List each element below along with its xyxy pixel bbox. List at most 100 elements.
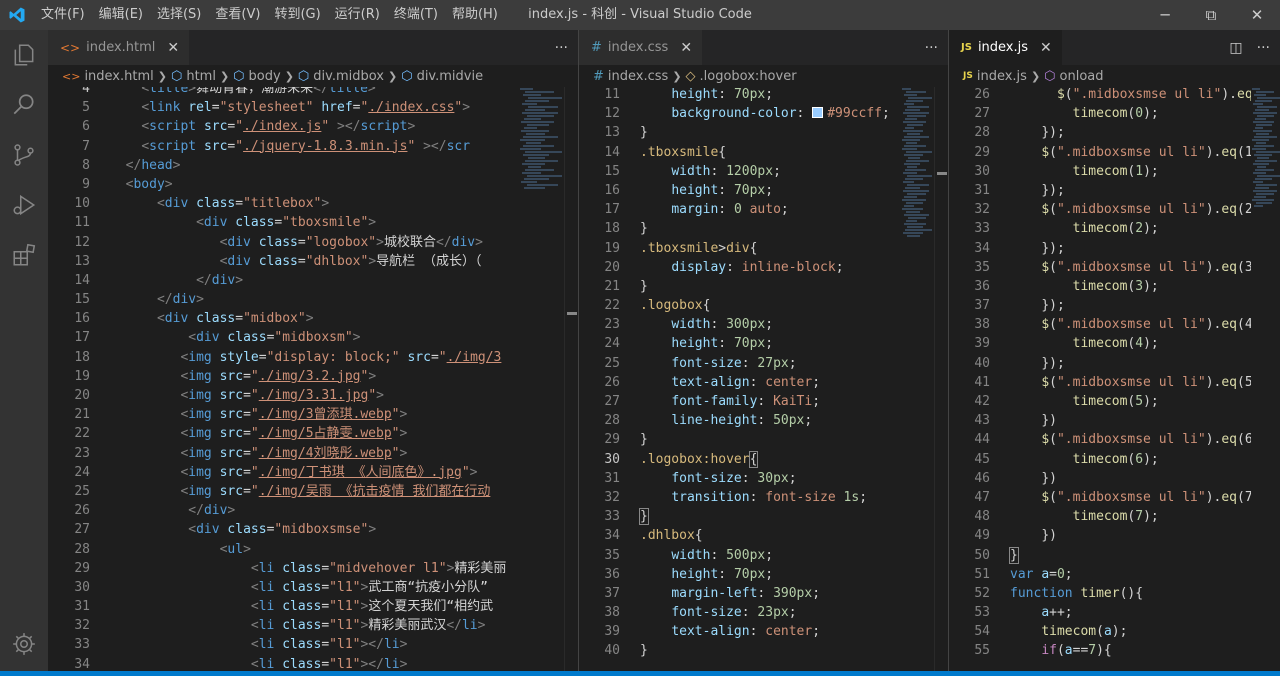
code-line[interactable]: 18} bbox=[579, 219, 901, 238]
breadcrumb-html[interactable]: ⬡ html bbox=[171, 69, 216, 84]
tab-close-icon[interactable]: ✕ bbox=[1040, 40, 1052, 56]
minimap[interactable] bbox=[902, 87, 932, 671]
code-line[interactable]: 14 </div> bbox=[48, 271, 520, 290]
code-line[interactable]: 27 timecom(0); bbox=[949, 104, 1251, 123]
more-actions-icon[interactable]: ··· bbox=[555, 40, 568, 56]
code-line[interactable]: 35 width: 500px; bbox=[579, 546, 901, 565]
breadcrumb-div-midbox[interactable]: ⬡ div.midbox bbox=[298, 69, 384, 84]
code-line[interactable]: 13 <div class="dhlbox">导航栏 （成长）（ bbox=[48, 252, 520, 271]
minimize-button[interactable]: ─ bbox=[1142, 0, 1188, 30]
code-line[interactable]: 30 .logobox:hover{ bbox=[579, 450, 901, 469]
code-line[interactable]: 42 timecom(5); bbox=[949, 392, 1251, 411]
breadcrumb-body[interactable]: ⬡ body bbox=[233, 69, 281, 84]
code-line[interactable]: 41 $(".midboxsmse ul li").eq(5 bbox=[949, 373, 1251, 392]
more-actions-icon[interactable]: ··· bbox=[925, 40, 938, 56]
minimap[interactable] bbox=[520, 87, 562, 671]
code-line[interactable]: 23 width: 300px; bbox=[579, 315, 901, 334]
code-line[interactable]: 26 text-align: center; bbox=[579, 373, 901, 392]
code-line[interactable]: 5 <link rel="stylesheet" href="./index.c… bbox=[48, 98, 520, 117]
vertical-scrollbar[interactable] bbox=[934, 87, 948, 671]
code-line[interactable]: 34 .dhlbox{ bbox=[579, 526, 901, 545]
code-line[interactable]: 45 timecom(6); bbox=[949, 450, 1251, 469]
code-line[interactable]: 36 height: 70px; bbox=[579, 565, 901, 584]
restore-button[interactable]: ⧉ bbox=[1188, 0, 1234, 30]
code-line[interactable]: 12 <div class="logobox">城校联合</div> bbox=[48, 233, 520, 252]
code-line[interactable]: 55 if(a==7){ bbox=[949, 641, 1251, 660]
code-line[interactable]: 11 height: 70px; bbox=[579, 87, 901, 104]
code-line[interactable]: 19 <img src="./img/3.2.jpg"> bbox=[48, 367, 520, 386]
code-line[interactable]: 51 var a=0; bbox=[949, 565, 1251, 584]
extensions-icon[interactable] bbox=[0, 230, 48, 280]
code-line[interactable]: 10 <div class="titlebox"> bbox=[48, 194, 520, 213]
code-line[interactable]: 32 transition: font-size 1s; bbox=[579, 488, 901, 507]
code-line[interactable]: 16 height: 70px; bbox=[579, 181, 901, 200]
code-line[interactable]: 31 }); bbox=[949, 181, 1251, 200]
code-line[interactable]: 9 <body> bbox=[48, 175, 520, 194]
code-line[interactable]: 46 }) bbox=[949, 469, 1251, 488]
code-line[interactable]: 28 <ul> bbox=[48, 540, 520, 559]
code-line[interactable]: 25 <img src="./img/吴雨 《抗击疫情 我们都在行动 bbox=[48, 482, 520, 501]
code-line[interactable]: 13} bbox=[579, 123, 901, 142]
scroll-thumb[interactable] bbox=[937, 172, 947, 175]
menu-help[interactable]: 帮助(H) bbox=[445, 0, 505, 30]
code-line[interactable]: 34 }); bbox=[949, 239, 1251, 258]
code-line[interactable]: 30 <li class="l1">武工商“抗疫小分队” bbox=[48, 578, 520, 597]
code-line[interactable]: 38 font-size: 23px; bbox=[579, 603, 901, 622]
color-swatch[interactable] bbox=[812, 107, 824, 119]
code-editor[interactable]: 4 <title>舞动青春，潮游未来</title> 5 <link rel="s… bbox=[48, 87, 520, 671]
menu-selection[interactable]: 选择(S) bbox=[150, 0, 208, 30]
code-line[interactable]: 27 <div class="midboxsmse"> bbox=[48, 520, 520, 539]
code-line[interactable]: 16 <div class="midbox"> bbox=[48, 309, 520, 328]
code-line[interactable]: 20 <img src="./img/3.31.jpg"> bbox=[48, 386, 520, 405]
code-line[interactable]: 50} bbox=[949, 546, 1251, 565]
breadcrumb-selector[interactable]: ◇ .logobox:hover bbox=[686, 69, 797, 84]
code-line[interactable]: 38 $(".midboxsmse ul li").eq(4 bbox=[949, 315, 1251, 334]
code-line[interactable]: 6 <script src="./index.js" ></script> bbox=[48, 117, 520, 136]
explorer-icon[interactable] bbox=[0, 30, 48, 80]
code-line[interactable]: 49 }) bbox=[949, 526, 1251, 545]
code-line[interactable]: 17 margin: 0 auto; bbox=[579, 200, 901, 219]
source-control-icon[interactable] bbox=[0, 130, 48, 180]
breadcrumb-file[interactable]: <> index.html bbox=[62, 69, 154, 84]
code-line[interactable]: 12 background-color: #99ccff; bbox=[579, 104, 901, 123]
split-editor-icon[interactable]: ◫ bbox=[1229, 40, 1242, 56]
code-line[interactable]: 39 text-align: center; bbox=[579, 622, 901, 641]
code-line[interactable]: 28 line-height: 50px; bbox=[579, 411, 901, 430]
minimap[interactable] bbox=[1252, 87, 1280, 671]
code-line[interactable]: 4 <title>舞动青春，潮游未来</title> bbox=[48, 87, 520, 98]
code-line[interactable]: 27 font-family: KaiTi; bbox=[579, 392, 901, 411]
code-line[interactable]: 24 height: 70px; bbox=[579, 334, 901, 353]
tab-index-js[interactable]: JS index.js ✕ bbox=[949, 30, 1062, 65]
code-line[interactable]: 37 }); bbox=[949, 296, 1251, 315]
menu-run[interactable]: 运行(R) bbox=[328, 0, 387, 30]
search-icon[interactable] bbox=[0, 80, 48, 130]
menu-view[interactable]: 查看(V) bbox=[208, 0, 267, 30]
code-line[interactable]: 32 <li class="l1">精彩美丽武汉</li> bbox=[48, 616, 520, 635]
code-line[interactable]: 36 timecom(3); bbox=[949, 277, 1251, 296]
code-line[interactable]: 15 </div> bbox=[48, 290, 520, 309]
close-window-button[interactable]: ✕ bbox=[1234, 0, 1280, 30]
code-line[interactable]: 34 <li class="l1"></li> bbox=[48, 655, 520, 671]
menu-file[interactable]: 文件(F) bbox=[34, 0, 92, 30]
code-line[interactable]: 30 timecom(1); bbox=[949, 162, 1251, 181]
code-editor[interactable]: 26 $(".midboxsmse ul li").eq(27 timecom(… bbox=[949, 87, 1251, 671]
code-line[interactable]: 21} bbox=[579, 277, 901, 296]
code-line[interactable]: 52 function timer(){ bbox=[949, 584, 1251, 603]
breadcrumb-file[interactable]: # index.css bbox=[593, 69, 668, 84]
code-editor[interactable]: 11 height: 70px; 12 background-color: #99… bbox=[579, 87, 901, 671]
code-line[interactable]: 23 <img src="./img/4刘晓彤.webp"> bbox=[48, 444, 520, 463]
code-line[interactable]: 43 }) bbox=[949, 411, 1251, 430]
code-line[interactable]: 22 .logobox{ bbox=[579, 296, 901, 315]
vertical-scrollbar[interactable] bbox=[564, 87, 578, 671]
breadcrumb-file[interactable]: JS index.js bbox=[963, 69, 1027, 84]
code-line[interactable]: 29} bbox=[579, 430, 901, 449]
code-line[interactable]: 48 timecom(7); bbox=[949, 507, 1251, 526]
code-line[interactable]: 26 $(".midboxsmse ul li").eq( bbox=[949, 87, 1251, 104]
menu-edit[interactable]: 编辑(E) bbox=[92, 0, 150, 30]
code-line[interactable]: 29 <li class="midvehover l1">精彩美丽 bbox=[48, 559, 520, 578]
code-line[interactable]: 29 $(".midboxsmse ul li").eq(1 bbox=[949, 143, 1251, 162]
tab-close-icon[interactable]: ✕ bbox=[167, 40, 179, 56]
run-debug-icon[interactable] bbox=[0, 180, 48, 230]
menu-terminal[interactable]: 终端(T) bbox=[387, 0, 445, 30]
breadcrumb-symbol[interactable]: ⬡ onload bbox=[1044, 69, 1103, 84]
